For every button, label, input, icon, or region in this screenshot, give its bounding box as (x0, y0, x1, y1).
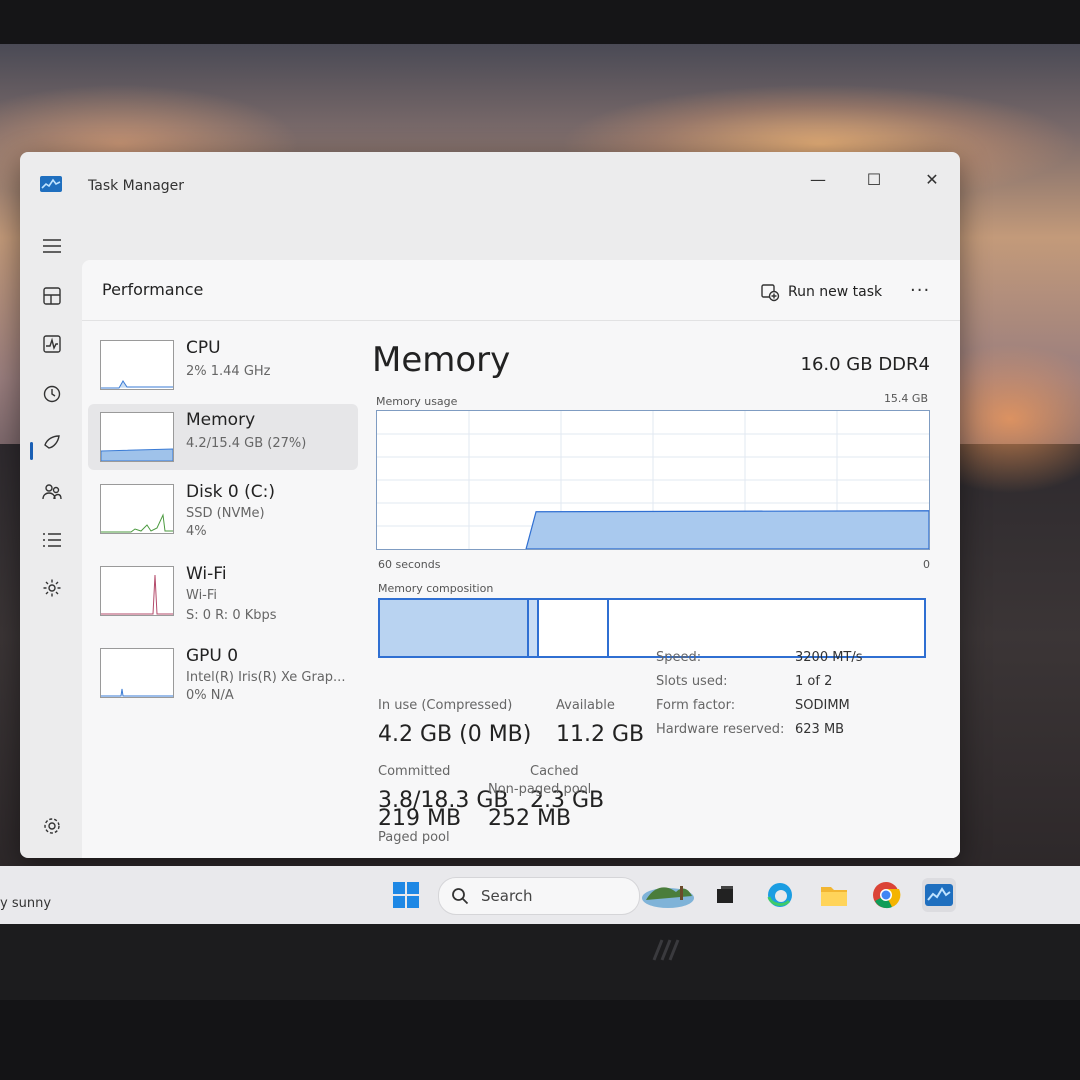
file-explorer-icon[interactable] (817, 878, 851, 912)
speed-label: Speed: (656, 650, 702, 665)
laptop-hinge (0, 1000, 1080, 1080)
memory-usage-label: Memory usage (376, 395, 458, 408)
resource-detail: Wi-Fi (186, 588, 218, 603)
taskbar-search-box[interactable]: Search (438, 877, 640, 915)
weather-widget-text[interactable]: y sunny (0, 896, 51, 911)
chrome-browser-icon[interactable] (869, 878, 903, 912)
axis-right-label: 0 (923, 558, 930, 571)
resource-detail: 0% N/A (186, 688, 234, 703)
paged-pool-value: 219 MB (378, 806, 462, 831)
window-title: Task Manager (88, 178, 185, 194)
laptop-bezel-top (0, 0, 1080, 48)
laptop-brand-logo (652, 939, 680, 961)
task-manager-window: Task Manager — ☐ ✕ Performance Run new t… (20, 152, 960, 858)
committed-label: Committed (378, 764, 451, 779)
navigation-rail (20, 212, 82, 858)
memory-detail-pane: Memory 16.0 GB DDR4 Memory usage 15.4 GB (364, 320, 960, 858)
form-factor-label: Form factor: (656, 698, 736, 713)
performance-panel: Performance Run new task ··· CPU 2% 1.44… (82, 260, 960, 858)
search-icon (452, 888, 469, 905)
run-new-task-button[interactable]: Run new task (760, 278, 882, 306)
maximize-button[interactable]: ☐ (856, 162, 892, 196)
panel-header: Performance Run new task ··· (82, 260, 960, 321)
processes-icon[interactable] (38, 282, 66, 310)
performance-icon[interactable] (38, 330, 66, 358)
resource-item-wifi[interactable]: Wi-Fi Wi-Fi S: 0 R: 0 Kbps (88, 558, 358, 624)
axis-left-label: 60 seconds (378, 558, 441, 571)
resource-detail: 4% (186, 524, 207, 539)
startup-apps-icon[interactable] (38, 428, 66, 456)
memory-spec: 16.0 GB DDR4 (800, 354, 931, 375)
memory-usage-max: 15.4 GB (883, 392, 928, 405)
settings-gear-icon[interactable] (38, 812, 66, 840)
memory-thumbnail-graph (100, 412, 174, 462)
composition-in-use (380, 600, 529, 656)
task-manager-app-icon (40, 176, 62, 192)
form-factor-value: SODIMM (795, 698, 850, 713)
memory-composition-bar (378, 598, 926, 658)
available-value: 11.2 GB (556, 722, 645, 747)
cached-label: Cached (530, 764, 579, 779)
app-history-icon[interactable] (38, 380, 66, 408)
search-highlight-landscape-icon[interactable] (640, 878, 696, 912)
composition-modified (529, 600, 539, 656)
memory-usage-area (525, 510, 929, 549)
resource-detail: 2% 1.44 GHz (186, 364, 271, 379)
page-title: Performance (102, 280, 204, 299)
composition-free (609, 600, 924, 656)
task-manager-taskbar-icon[interactable] (922, 878, 956, 912)
run-new-task-label: Run new task (788, 284, 883, 300)
minimize-button[interactable]: — (800, 162, 836, 196)
edge-browser-icon[interactable] (763, 878, 797, 912)
more-options-button[interactable]: ··· (910, 280, 930, 301)
resource-item-memory[interactable]: Memory 4.2/15.4 GB (27%) (88, 404, 358, 470)
non-paged-pool-label: Non-paged pool (488, 782, 592, 797)
resource-detail: Intel(R) Iris(R) Xe Grap... (186, 670, 346, 685)
resource-list: CPU 2% 1.44 GHz Memory 4.2/15.4 GB (27%)… (82, 320, 364, 858)
start-windows-icon[interactable] (389, 878, 423, 912)
available-label: Available (556, 698, 615, 713)
slots-used-label: Slots used: (656, 674, 728, 689)
desktop-wallpaper: Task Manager — ☐ ✕ Performance Run new t… (0, 44, 1080, 924)
resource-name: CPU (186, 338, 221, 358)
details-list-icon[interactable] (38, 526, 66, 554)
active-nav-indicator (30, 442, 33, 460)
hamburger-menu-icon[interactable] (38, 232, 66, 260)
gpu-thumbnail-graph (100, 648, 174, 698)
hardware-reserved-label: Hardware reserved: (656, 722, 785, 737)
in-use-label: In use (Compressed) (378, 698, 513, 713)
task-view-icon[interactable] (708, 878, 742, 912)
resource-detail: 4.2/15.4 GB (27%) (186, 436, 307, 451)
slots-used-value: 1 of 2 (795, 674, 833, 689)
resource-name: Memory (186, 410, 256, 430)
users-icon[interactable] (38, 478, 66, 506)
memory-usage-graph (376, 410, 930, 550)
resource-name: GPU 0 (186, 646, 239, 666)
paged-pool-label: Paged pool (378, 830, 450, 845)
resource-detail: SSD (NVMe) (186, 506, 265, 521)
services-icon[interactable] (38, 574, 66, 602)
resource-detail: S: 0 R: 0 Kbps (186, 608, 277, 623)
resource-item-disk[interactable]: Disk 0 (C:) SSD (NVMe) 4% (88, 476, 358, 542)
resource-item-gpu[interactable]: GPU 0 Intel(R) Iris(R) Xe Grap... 0% N/A (88, 640, 358, 706)
resource-name: Disk 0 (C:) (186, 482, 276, 502)
memory-heading: Memory (372, 340, 511, 380)
hardware-reserved-value: 623 MB (795, 722, 845, 737)
disk-thumbnail-graph (100, 484, 174, 534)
cpu-thumbnail-graph (100, 340, 174, 390)
composition-standby (539, 600, 609, 656)
memory-usage-chart (377, 411, 929, 549)
run-task-icon (761, 284, 780, 302)
resource-name: Wi-Fi (186, 564, 227, 584)
memory-composition-label: Memory composition (378, 582, 494, 595)
search-placeholder: Search (481, 887, 533, 905)
in-use-value: 4.2 GB (0 MB) (378, 722, 532, 747)
title-bar[interactable]: Task Manager — ☐ ✕ (20, 152, 960, 212)
close-button[interactable]: ✕ (914, 162, 950, 196)
speed-value: 3200 MT/s (795, 650, 863, 665)
wifi-thumbnail-graph (100, 566, 174, 616)
resource-item-cpu[interactable]: CPU 2% 1.44 GHz (88, 332, 358, 398)
non-paged-pool-value: 252 MB (488, 806, 572, 831)
